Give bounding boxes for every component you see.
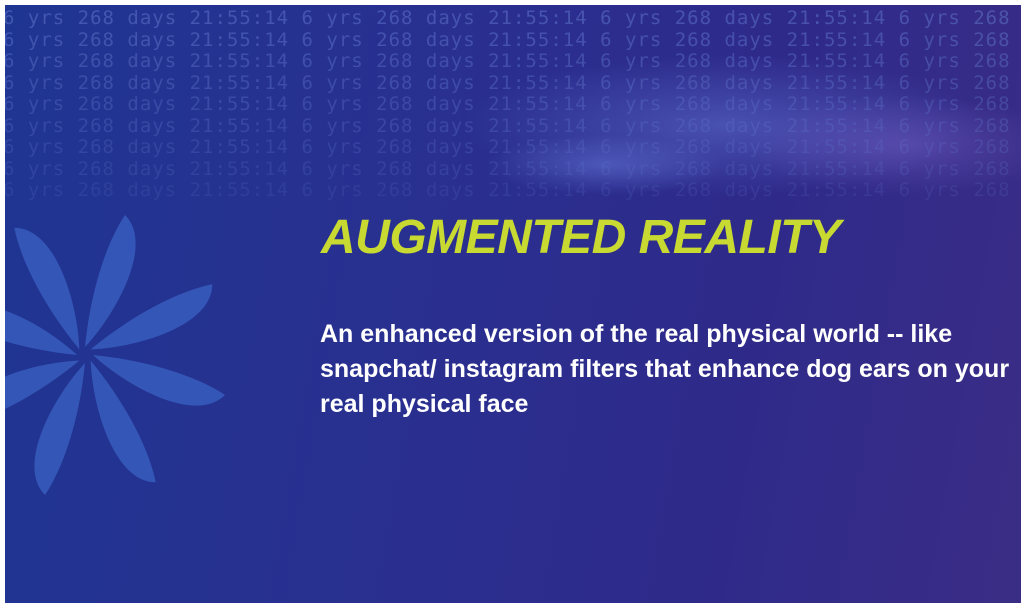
ticker-row: 6 yrs 268 days 21:55:14 6 yrs 268 days 2… (5, 136, 1021, 158)
ticker-row: 6 yrs 268 days 21:55:14 6 yrs 268 days 2… (5, 71, 1021, 94)
ticker-row: 6 yrs 268 days 21:55:14 6 yrs 268 days 2… (5, 28, 1021, 51)
ticker-row: 6 yrs 268 days 21:55:14 6 yrs 268 days 2… (5, 114, 1021, 137)
ticker-row: 6 yrs 268 days 21:55:14 6 yrs 268 days 2… (5, 179, 1021, 201)
slide: 6 yrs 268 days 21:55:14 6 yrs 268 days 2… (5, 5, 1021, 603)
pinwheel-swirl-icon (5, 215, 225, 495)
ticker-background: 6 yrs 268 days 21:55:14 6 yrs 268 days 2… (5, 5, 1021, 235)
ticker-row: 6 yrs 268 days 21:55:14 6 yrs 268 days 2… (5, 7, 1021, 29)
slide-title: AUGMENTED REALITY (321, 211, 841, 264)
slide-body-text: An enhanced version of the real physical… (320, 320, 1010, 418)
ticker-row: 6 yrs 268 days 21:55:14 6 yrs 268 days 2… (5, 157, 1021, 180)
ticker-row: 6 yrs 268 days 21:55:14 6 yrs 268 days 2… (5, 93, 1021, 115)
ticker-row: 6 yrs 268 days 21:55:14 6 yrs 268 days 2… (5, 50, 1021, 72)
